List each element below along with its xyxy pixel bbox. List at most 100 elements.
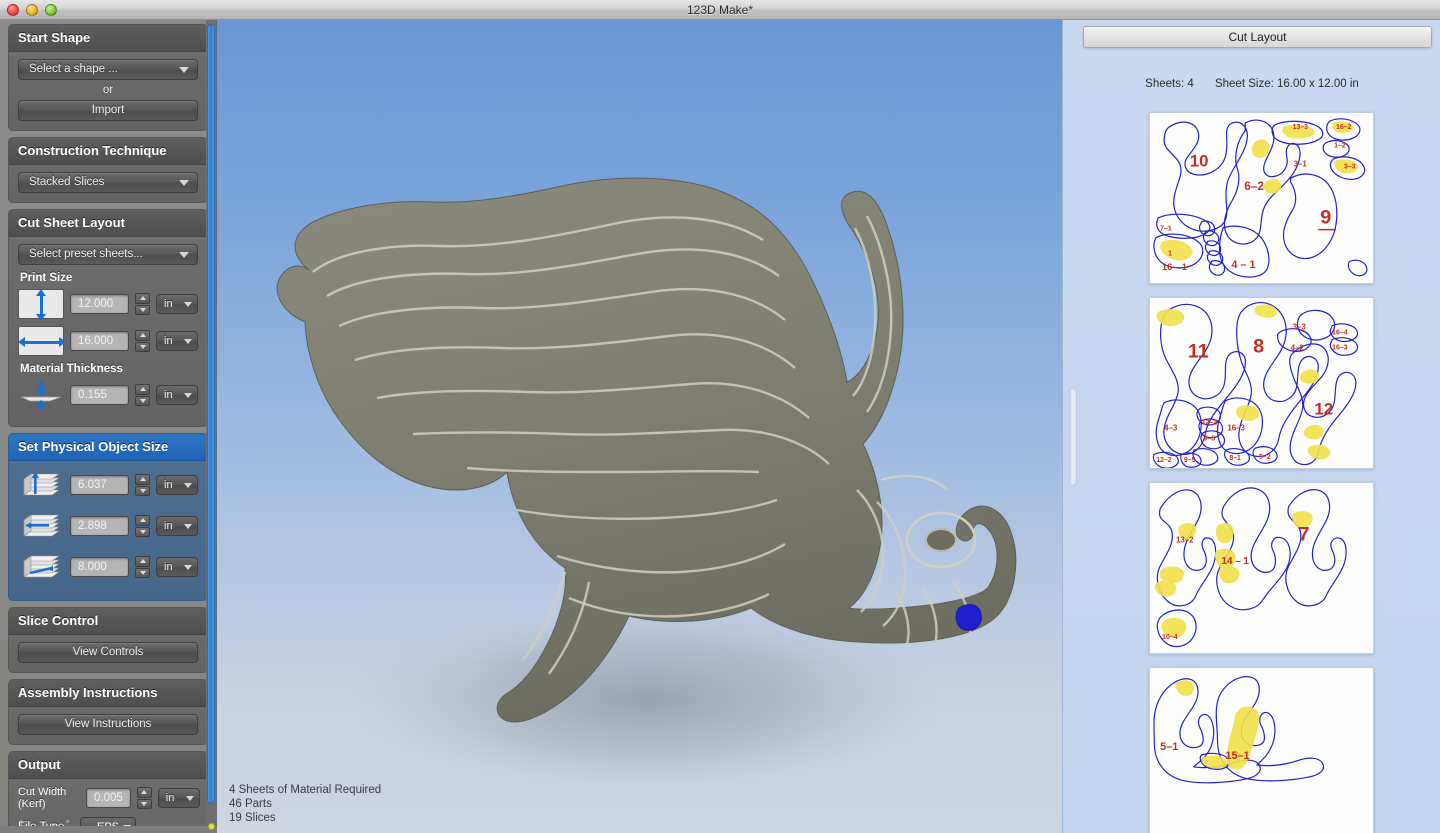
material-thickness-input[interactable]: 0.155	[70, 385, 129, 405]
sheet-thumbnail-2[interactable]: 11 8 12 3–3 4–2 16–4 16–3 4–3 16–3 12–2 …	[1149, 297, 1374, 469]
status-line-slices: 19 Slices	[229, 812, 276, 824]
chevron-down-icon	[184, 524, 192, 529]
print-width-row: 16.000 in	[18, 326, 198, 356]
object-dim-z-row: 8.000 in	[18, 550, 198, 584]
part-label: 9–5	[1184, 457, 1196, 464]
part-label: 13–2	[1176, 535, 1194, 544]
stepper-up-icon[interactable]	[135, 330, 150, 341]
kerf-unit-dropdown[interactable]: in	[157, 788, 200, 808]
preset-sheets-dropdown[interactable]: Select preset sheets...	[18, 244, 198, 265]
kerf-label-line2: (Kerf)	[18, 798, 46, 810]
material-thickness-stepper[interactable]	[135, 384, 150, 406]
print-width-unit-dropdown[interactable]: in	[156, 331, 198, 351]
kerf-input[interactable]: 0.005	[86, 788, 131, 808]
part-label: 4–2	[1291, 343, 1305, 352]
panel-title-construction-technique: Construction Technique	[9, 138, 207, 165]
panel-slice-control: Slice Control View Controls	[8, 607, 208, 673]
print-size-label: Print Size	[20, 272, 73, 284]
sheet-thumbnail-1[interactable]: 10 6–2 9 4 – 1 16 – 1 3–1 13–3 16–2 1–2 …	[1149, 112, 1374, 284]
part-label: 8–1	[1229, 455, 1241, 462]
technique-select-dropdown[interactable]: Stacked Slices	[18, 172, 198, 193]
dog-model-3d[interactable]	[217, 20, 1062, 833]
part-label: 13–3	[1293, 124, 1309, 131]
model-ear	[880, 474, 948, 491]
part-label: 11	[1188, 340, 1209, 362]
print-height-input[interactable]: 12.000	[70, 294, 129, 314]
part-label: 8	[1253, 335, 1264, 357]
material-thickness-unit-dropdown[interactable]: in	[156, 385, 198, 405]
object-dim-x-unit-dropdown[interactable]: in	[156, 475, 198, 495]
part-label: 4–3	[1164, 423, 1178, 432]
part-label: 16–2	[1336, 124, 1352, 131]
stepper-down-icon[interactable]	[135, 567, 150, 578]
kerf-unit-value: in	[165, 792, 175, 804]
status-line-parts: 46 Parts	[229, 798, 272, 810]
stepper-up-icon[interactable]	[135, 384, 150, 395]
preset-sheets-value: Select preset sheets...	[29, 248, 143, 260]
stepper-up-icon[interactable]	[135, 293, 150, 304]
stepper-up-icon[interactable]	[135, 474, 150, 485]
stepper-up-icon[interactable]	[135, 556, 150, 567]
kerf-row: Cut Width (Kerf) 0.005 in	[18, 786, 200, 810]
object-dim-x-row: 6.037 in	[18, 468, 198, 502]
object-dim-y-stepper[interactable]	[135, 515, 150, 537]
object-dim-x-input[interactable]: 6.037	[70, 475, 129, 495]
object-dim-y-unit-value: in	[164, 520, 173, 532]
window-titlebar: 123D Make*	[0, 0, 1440, 20]
shape-select-dropdown[interactable]: Select a shape ...	[18, 59, 198, 80]
chevron-down-icon	[184, 339, 192, 344]
print-width-unit-value: in	[164, 335, 173, 347]
panel-title-start-shape: Start Shape	[9, 25, 207, 52]
part-label: 9–5	[1204, 435, 1216, 442]
print-height-stepper[interactable]	[135, 293, 150, 315]
print-width-input[interactable]: 16.000	[70, 331, 129, 351]
stepper-down-icon[interactable]	[135, 526, 150, 537]
part-label: 10–4	[1162, 634, 1178, 641]
panel-title-slice-control: Slice Control	[9, 608, 207, 635]
chevron-down-icon	[184, 483, 192, 488]
import-button[interactable]: Import	[18, 100, 198, 121]
sheet-thumbnail-4[interactable]: 5–1 15–1	[1149, 667, 1374, 833]
sidebar-scrollbar-thumb[interactable]	[207, 24, 215, 804]
stepper-down-icon[interactable]	[135, 485, 150, 496]
panel-construction-technique: Construction Technique Stacked Slices	[8, 137, 208, 203]
shape-select-value: Select a shape ...	[29, 63, 118, 75]
stepper-down-icon[interactable]	[135, 304, 150, 315]
sheet-thumbnail-list: 10 6–2 9 4 – 1 16 – 1 3–1 13–3 16–2 1–2 …	[1063, 108, 1440, 833]
kerf-stepper[interactable]	[136, 787, 152, 809]
part-label: 16 – 1	[1162, 262, 1187, 272]
model-viewport[interactable]: 4 Sheets of Material Required 46 Parts 1…	[217, 20, 1062, 833]
panel-output: Output Cut Width (Kerf) 0.005 in	[8, 751, 208, 833]
stepper-down-icon[interactable]	[135, 395, 150, 406]
chevron-down-icon	[185, 796, 194, 801]
print-height-unit-dropdown[interactable]: in	[156, 294, 198, 314]
object-dim-z-unit-dropdown[interactable]: in	[156, 557, 198, 577]
kerf-label-line1: Cut Width	[18, 786, 67, 798]
print-width-stepper[interactable]	[135, 330, 150, 352]
right-panel-scrollbar-thumb[interactable]	[1069, 388, 1077, 486]
object-dim-z-stepper[interactable]	[135, 556, 150, 578]
object-dim-x-stepper[interactable]	[135, 474, 150, 496]
panel-title-output: Output	[9, 752, 207, 779]
part-label: 16–3	[1332, 344, 1348, 351]
stepper-down-icon[interactable]	[136, 798, 152, 809]
cut-layout-tab-button[interactable]: Cut Layout	[1083, 26, 1432, 48]
view-instructions-button[interactable]: View Instructions	[18, 714, 198, 735]
object-dim-z-input[interactable]: 8.000	[70, 557, 129, 577]
part-label: 4 – 1	[1231, 259, 1255, 271]
stepper-up-icon[interactable]	[136, 787, 152, 798]
object-dim-y-input[interactable]: 2.898	[70, 516, 129, 536]
part-label: 15–1	[1225, 750, 1249, 762]
object-dim-y-row: 2.898 in	[18, 509, 198, 543]
stack-width-icon	[18, 509, 64, 543]
panel-assembly-instructions: Assembly Instructions View Instructions	[8, 679, 208, 745]
selected-slice-highlight	[955, 604, 982, 631]
sheet-thumbnail-3[interactable]: 13–2 14 – 1 7 10–4	[1149, 482, 1374, 654]
object-dim-y-unit-dropdown[interactable]: in	[156, 516, 198, 536]
print-height-unit-value: in	[164, 298, 173, 310]
stepper-down-icon[interactable]	[135, 341, 150, 352]
part-label: 16–4	[1332, 330, 1348, 337]
stepper-up-icon[interactable]	[135, 515, 150, 526]
sheet-size-label: Sheet Size: 16.00 x 12.00 in	[1214, 78, 1359, 90]
view-controls-button[interactable]: View Controls	[18, 642, 198, 663]
